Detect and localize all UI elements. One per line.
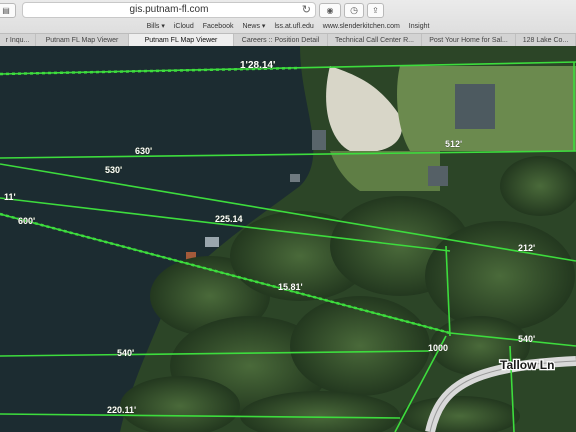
reload-icon[interactable]: ↻: [302, 3, 311, 16]
favorite-insight[interactable]: Insight: [409, 23, 430, 30]
boat: [290, 174, 300, 182]
browser-toolbar: ▤ gis.putnam-fl.com ↻ ◉ ◷ ⇪: [0, 0, 576, 20]
share-button[interactable]: ⇪: [367, 3, 384, 18]
sidebar-icon: ▤: [2, 6, 10, 15]
shed-roof: [428, 166, 448, 186]
favorite-bills[interactable]: Bills ▾: [147, 22, 165, 30]
clock-icon: ◷: [350, 5, 358, 15]
map-viewer[interactable]: 1'28.14' 630' 11' 530' 600' 225.14 212' …: [0, 46, 576, 432]
reader-icon: ◉: [326, 6, 334, 15]
history-button[interactable]: ◷: [344, 3, 364, 18]
parcel-label: 212': [518, 243, 535, 253]
favorite-news[interactable]: News ▾: [242, 22, 265, 30]
parcel-label: 512': [445, 139, 462, 149]
dock-structure: [312, 130, 326, 150]
share-icon: ⇪: [372, 6, 379, 15]
parcel-label: 15.81': [278, 282, 303, 292]
parcel-label: 1'28.14': [240, 60, 275, 71]
address-bar[interactable]: gis.putnam-fl.com ↻: [22, 2, 316, 18]
parcel-label: 600': [18, 216, 35, 226]
parcel-label: 11': [4, 192, 16, 202]
tab-bar: r Inqu... Putnam FL Map Viewer Putnam FL…: [0, 33, 576, 47]
aerial-map[interactable]: 1'28.14' 630' 11' 530' 600' 225.14 212' …: [0, 46, 576, 432]
parcel-label: 225.14: [215, 214, 243, 224]
sidebar-button[interactable]: ▤: [0, 3, 16, 18]
favorite-lss[interactable]: lss.at.ufl.edu: [274, 23, 313, 30]
favorites-bar: Bills ▾ iCloud Facebook News ▾ lss.at.uf…: [0, 20, 576, 32]
house-roof: [455, 84, 495, 129]
parcel-label: 630': [135, 146, 152, 156]
small-building: [205, 237, 219, 247]
parcel-label: 540': [518, 334, 535, 344]
browser-chrome: ▤ gis.putnam-fl.com ↻ ◉ ◷ ⇪ Bills ▾ iClo…: [0, 0, 576, 47]
road-label: Tallow Ln: [500, 358, 554, 372]
parcel-label: 530': [105, 165, 122, 175]
favorite-slenderkitchen[interactable]: www.slenderkitchen.com: [323, 23, 400, 30]
url-text: gis.putnam-fl.com: [129, 4, 209, 15]
favorite-icloud[interactable]: iCloud: [174, 23, 194, 30]
parcel-label: 540': [117, 348, 134, 358]
reader-button[interactable]: ◉: [319, 3, 341, 18]
favorite-facebook[interactable]: Facebook: [203, 23, 234, 30]
parcel-label: 1000: [428, 343, 448, 353]
parcel-label: 220.11': [107, 405, 136, 415]
